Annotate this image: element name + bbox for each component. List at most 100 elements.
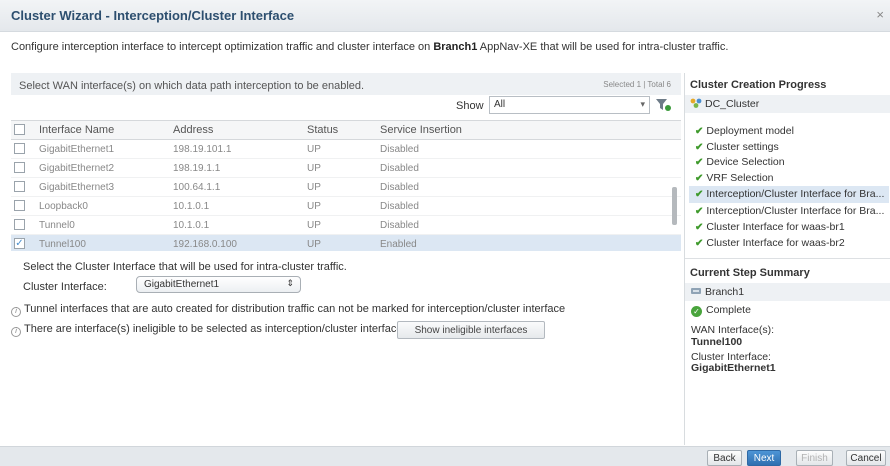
dropdown-arrow-icon: ▾ [640,99,645,109]
row-checkbox-checked[interactable]: ✓ [14,238,25,249]
progress-panel: Cluster Creation Progress DC_Cluster ✔ De… [684,73,890,445]
summary-device-name: Branch1 [705,286,745,298]
check-icon: ✔ [695,142,704,153]
interface-name: GigabitEthernet3 [39,182,115,193]
cluster-name: DC_Cluster [705,98,760,110]
cancel-button[interactable]: Cancel [846,450,886,466]
cluster-name-item: DC_Cluster [690,98,759,110]
back-button[interactable]: Back [707,450,742,466]
row-checkbox[interactable] [14,162,25,173]
cluster-name-bar: DC_Cluster [685,95,890,113]
progress-step-label: Device Selection [706,156,785,168]
row-checkbox[interactable] [14,219,25,230]
finish-button[interactable]: Finish [796,450,833,466]
progress-step[interactable]: ✔ Cluster Interface for waas-br1 [695,221,845,233]
table-row[interactable]: GigabitEthernet3 100.64.1.1 UP Disabled [11,178,681,197]
summary-status: ✓ Complete [691,304,751,317]
row-checkbox[interactable] [14,181,25,192]
summary-status-text: Complete [706,304,751,316]
select-arrows-icon: ⇕ [286,278,294,288]
wan-summary-value: Tunnel100 [691,336,743,348]
check-icon: ✔ [695,126,704,137]
table-row[interactable]: Tunnel0 10.1.0.1 UP Disabled [11,216,681,235]
cluster-summary-value: GigabitEthernet1 [691,362,776,374]
row-checkbox[interactable] [14,200,25,211]
column-header[interactable]: Address [173,124,213,136]
check-icon: ✔ [695,222,704,233]
close-icon[interactable]: × [876,7,884,22]
ineligible-note-text: There are interface(s) ineligible to be … [24,323,403,335]
interface-address: 198.19.101.1 [173,144,232,155]
progress-step[interactable]: ✔ Deployment model [695,125,794,137]
column-header[interactable]: Interface Name [39,124,114,136]
check-icon: ✔ [695,189,704,200]
interface-name: Tunnel100 [39,239,86,250]
table-row[interactable]: GigabitEthernet1 198.19.101.1 UP Disable… [11,140,681,159]
service-insertion: Disabled [380,163,419,174]
show-filter-row: Show All ▾ [11,95,681,117]
table-row[interactable]: Loopback0 10.1.0.1 UP Disabled [11,197,681,216]
info-icon: i [11,307,21,317]
show-filter-value: All [494,99,506,110]
table-header-row: Interface Name Address Status Service In… [11,121,681,140]
filter-icon[interactable] [655,98,671,112]
interface-name: Loopback0 [39,201,88,212]
interface-address: 10.1.0.1 [173,201,210,212]
show-ineligible-button[interactable]: Show ineligible interfaces [397,321,545,339]
description-suffix: AppNav-XE that will be used for intra-cl… [477,41,729,53]
ineligible-note: i There are interface(s) ineligible to be… [11,323,402,337]
info-icon: i [11,327,21,337]
summary-device: Branch1 [690,286,744,298]
service-insertion: Enabled [380,239,417,250]
interface-name: GigabitEthernet2 [39,163,115,174]
progress-step-current[interactable]: ✔ Interception/Cluster Interface for Bra.… [689,186,889,203]
table-row[interactable]: GigabitEthernet2 198.19.1.1 UP Disabled [11,159,681,178]
cluster-icon [690,98,702,108]
check-icon: ✔ [695,206,704,217]
interface-address: 192.168.0.100 [173,239,237,250]
description-device: Branch1 [433,41,478,53]
wan-prompt: Select WAN interface(s) on which data pa… [19,80,365,92]
interface-status: UP [307,163,321,174]
next-button[interactable]: Next [747,450,781,466]
progress-step[interactable]: ✔ Device Selection [695,156,785,168]
interface-status: UP [307,239,321,250]
device-icon [691,288,701,294]
interface-selection-panel: Select WAN interface(s) on which data pa… [11,73,681,445]
wan-panel-header: Select WAN interface(s) on which data pa… [11,73,681,95]
progress-title: Cluster Creation Progress [690,79,827,91]
wizard-title: Cluster Wizard - Interception/Cluster In… [11,8,295,23]
table-row[interactable]: ✓ Tunnel100 192.168.0.100 UP Enabled [11,235,681,251]
progress-step-label: Interception/Cluster Interface for Bra..… [706,205,885,217]
wan-summary-label: WAN Interface(s): [691,324,775,336]
progress-step-label: Cluster Interface for waas-br2 [706,237,845,249]
cluster-interface-prompt: Select the Cluster Interface that will b… [23,261,347,273]
cluster-interface-select[interactable]: GigabitEthernet1 ⇕ [136,276,301,293]
summary-device-bar: Branch1 [685,283,890,301]
progress-step-label: VRF Selection [706,172,774,184]
show-label: Show [456,100,484,112]
check-icon: ✔ [695,238,704,249]
select-all-checkbox[interactable] [14,124,25,135]
interface-status: UP [307,144,321,155]
interface-status: UP [307,220,321,231]
column-header[interactable]: Service Insertion [380,124,462,136]
table-scrollbar-thumb[interactable] [672,187,677,225]
progress-step[interactable]: ✔ Cluster Interface for waas-br2 [695,237,845,249]
description-prefix: Configure interception interface to inte… [11,41,434,53]
column-header[interactable]: Status [307,124,338,136]
interface-address: 100.64.1.1 [173,182,221,193]
check-icon: ✔ [695,173,704,184]
summary-title: Current Step Summary [690,267,810,279]
complete-icon: ✓ [691,306,702,317]
progress-step-label: Cluster Interface for waas-br1 [706,221,845,233]
interface-address: 10.1.0.1 [173,220,210,231]
progress-step[interactable]: ✔ Cluster settings [695,141,779,153]
panel-divider [685,258,890,259]
progress-step[interactable]: ✔ Interception/Cluster Interface for Bra.… [695,205,884,217]
row-checkbox[interactable] [14,143,25,154]
progress-step[interactable]: ✔ VRF Selection [695,172,774,184]
show-filter-select[interactable]: All ▾ [489,96,650,114]
interface-name: GigabitEthernet1 [39,144,115,155]
wizard-description: Configure interception interface to inte… [11,41,728,53]
